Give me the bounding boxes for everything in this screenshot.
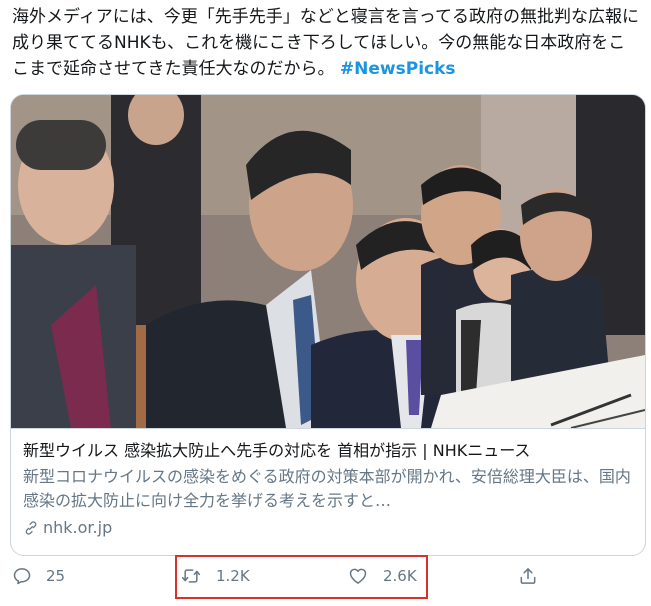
card-title[interactable]: 新型ウイルス 感染拡大防止へ先手の対応を 首相が指示 | NHKニュース <box>23 439 633 463</box>
link-card[interactable]: 新型ウイルス 感染拡大防止へ先手の対応を 首相が指示 | NHKニュース 新型コ… <box>10 94 646 556</box>
tweet-text: 海外メディアには、今更「先手先手」などと寝言を言ってる政府の無批判な広報に成り果… <box>12 4 642 82</box>
tweet-body: 海外メディアには、今更「先手先手」などと寝言を言ってる政府の無批判な広報に成り果… <box>12 7 639 79</box>
share-button[interactable] <box>518 566 538 586</box>
card-body[interactable]: 新型ウイルス 感染拡大防止へ先手の対応を 首相が指示 | NHKニュース 新型コ… <box>11 428 645 555</box>
retweet-icon <box>181 569 201 583</box>
reply-button[interactable]: 25 <box>12 566 65 586</box>
retweet-button[interactable]: 1.2K <box>180 566 250 586</box>
photo-of-government-meeting <box>11 95 645 428</box>
card-domain: nhk.or.jp <box>23 517 633 539</box>
hashtag-link[interactable]: #NewsPicks <box>340 59 456 79</box>
card-image[interactable] <box>11 95 645 428</box>
reply-count: 25 <box>46 567 66 585</box>
link-icon <box>25 521 37 535</box>
like-button[interactable]: 2.6K <box>347 566 417 586</box>
retweet-count: 1.2K <box>216 567 250 585</box>
like-count: 2.6K <box>383 567 417 585</box>
heart-icon <box>349 568 367 584</box>
card-domain-text: nhk.or.jp <box>43 518 113 537</box>
tweet-actions: 25 1.2K 2.6K <box>0 560 651 600</box>
share-icon <box>520 568 536 584</box>
reply-icon <box>13 568 31 585</box>
card-description: 新型コロナウイルスの感染をめぐる政府の対策本部が開かれ、安倍総理大臣は、国内感染… <box>23 467 631 510</box>
